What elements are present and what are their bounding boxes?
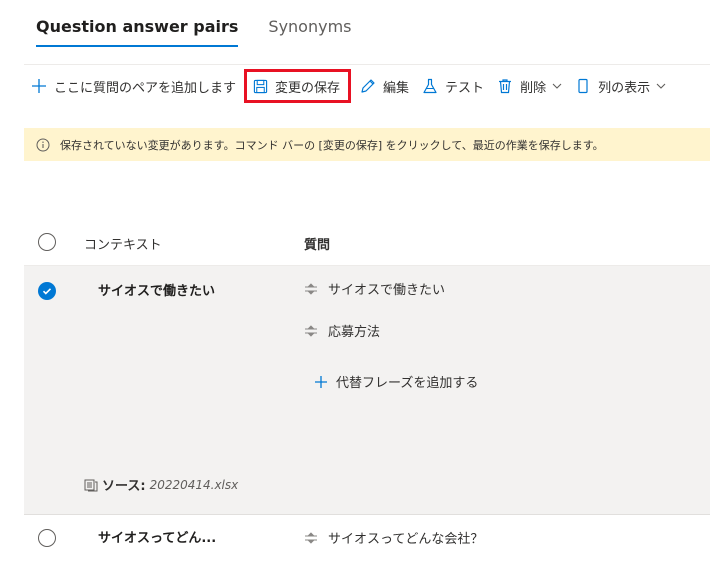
row-select-radio[interactable] [38, 529, 56, 547]
edit-label: 編集 [383, 80, 410, 96]
save-icon [251, 77, 269, 95]
question-item[interactable]: サイオスってどんな会社？ [304, 528, 483, 547]
flask-icon [421, 77, 439, 95]
command-bar: ここに質問のペアを追加します 変更の保存 編集 テスト 削除 列の表示 [24, 69, 672, 103]
add-alternative-phrase-label: 代替フレーズを追加する [336, 376, 479, 391]
toolbar-divider [24, 64, 710, 65]
chevron-down-icon [656, 81, 666, 91]
tab-bar: Question answer pairs Synonyms [36, 16, 382, 48]
grip-icon [304, 531, 318, 544]
add-alternative-phrase-button[interactable]: 代替フレーズを追加する [314, 372, 478, 391]
column-icon [574, 77, 592, 95]
source-file: 20220414.xlsx [149, 477, 239, 492]
grip-icon [304, 282, 318, 295]
question-item[interactable]: サイオスで働きたい [304, 279, 445, 298]
delete-label: 削除 [520, 80, 547, 96]
delete-button[interactable]: 削除 [490, 70, 568, 102]
show-columns-label: 列の表示 [598, 80, 651, 96]
test-button[interactable]: テスト [415, 70, 490, 102]
source-label: ソース: [102, 479, 146, 494]
add-qna-pair-button[interactable]: ここに質問のペアを追加します [24, 70, 242, 102]
save-changes-label: 変更の保存 [275, 80, 341, 96]
table-row[interactable]: サイオスってどん... サイオスってどんな会社？ [24, 515, 710, 563]
tab-question-answer-pairs[interactable]: Question answer pairs [36, 16, 239, 48]
save-changes-button[interactable]: 変更の保存 [244, 69, 352, 103]
column-header-context[interactable]: コンテキスト [84, 234, 162, 253]
plus-icon [314, 375, 328, 389]
row-context: サイオスってどん... [98, 531, 217, 546]
table-header: コンテキスト 質問 [24, 222, 710, 264]
question-text: サイオスで働きたい [328, 283, 446, 298]
question-text: サイオスってどんな会社？ [328, 532, 484, 547]
question-item[interactable]: 応募方法 [304, 321, 380, 340]
row-selected-checkmark[interactable] [38, 282, 56, 300]
add-qna-pair-label: ここに質問のペアを追加します [54, 80, 237, 96]
source-info: ソース: 20220414.xlsx [84, 475, 238, 494]
pencil-icon [359, 77, 377, 95]
checkmark-icon [42, 288, 52, 295]
edit-button[interactable]: 編集 [353, 70, 415, 102]
grip-icon [304, 324, 318, 337]
select-all-radio[interactable] [38, 233, 56, 251]
unsaved-changes-banner: 保存されていない変更があります。コマンド バーの [変更の保存] をクリックして… [24, 128, 710, 161]
trash-icon [496, 77, 514, 95]
banner-message: 保存されていない変更があります。コマンド バーの [変更の保存] をクリックして… [60, 138, 604, 152]
info-icon [36, 138, 50, 152]
question-text: 応募方法 [328, 325, 381, 340]
table-row[interactable]: サイオスで働きたい サイオスで働きたい 応募方法 代替フレーズを追加する ソース… [24, 265, 710, 514]
column-header-question[interactable]: 質問 [304, 234, 330, 253]
row-context: サイオスで働きたい [98, 284, 216, 299]
chevron-down-icon [552, 81, 562, 91]
show-columns-button[interactable]: 列の表示 [568, 70, 672, 102]
tab-synonyms[interactable]: Synonyms [268, 16, 351, 48]
test-label: テスト [445, 80, 485, 96]
document-icon [84, 478, 98, 492]
plus-icon [30, 77, 48, 95]
